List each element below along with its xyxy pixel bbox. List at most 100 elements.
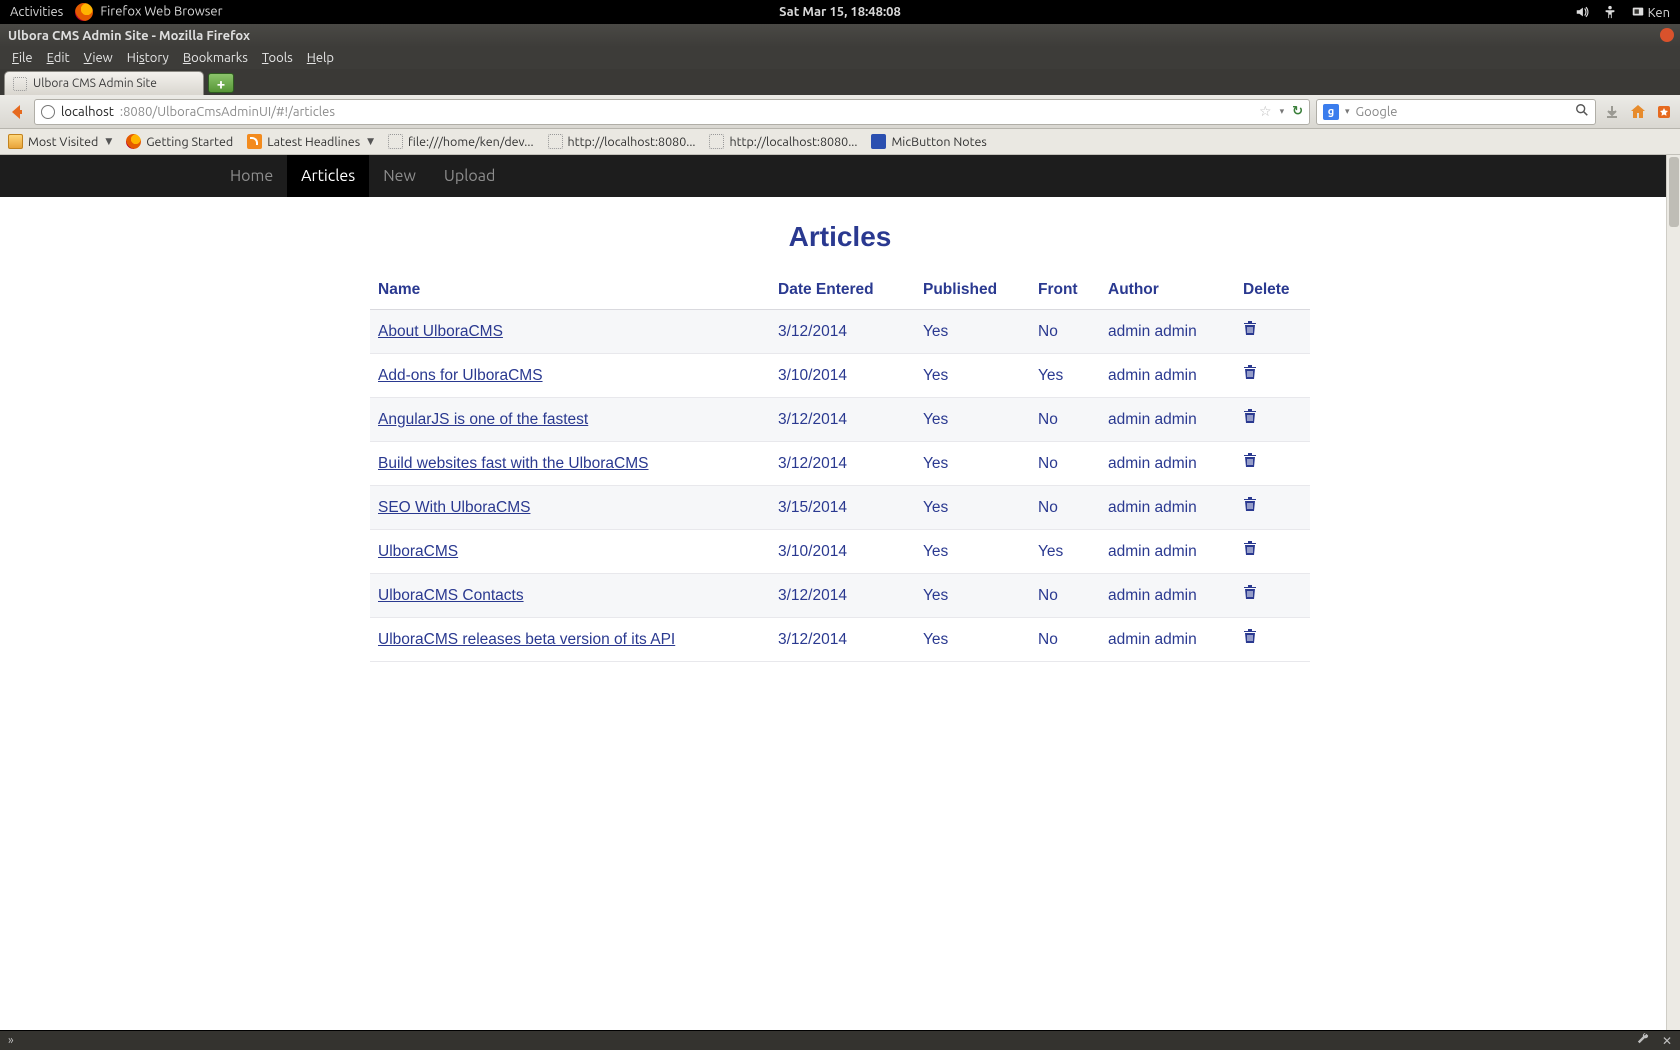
menu-help[interactable]: Help <box>301 49 340 67</box>
menu-file[interactable]: File <box>6 49 39 67</box>
cell-front: No <box>1030 398 1100 442</box>
tab-strip: Ulbora CMS Admin Site + <box>0 69 1680 95</box>
search-placeholder: Google <box>1356 105 1398 119</box>
downloads-button[interactable] <box>1602 102 1622 122</box>
cell-author: admin admin <box>1100 574 1235 618</box>
site-identity-icon[interactable] <box>41 105 55 119</box>
col-author[interactable]: Author <box>1100 271 1235 310</box>
cell-author: admin admin <box>1100 486 1235 530</box>
cell-name: SEO With UlboraCMS <box>370 486 770 530</box>
scrollbar-thumb[interactable] <box>1669 157 1679 227</box>
cell-author: admin admin <box>1100 618 1235 662</box>
col-name[interactable]: Name <box>370 271 770 310</box>
menu-bookmarks[interactable]: Bookmarks <box>177 49 254 67</box>
table-row: UlboraCMS3/10/2014YesYesadmin admin <box>370 530 1310 574</box>
table-row: UlboraCMS releases beta version of its A… <box>370 618 1310 662</box>
addon-bar-close-icon[interactable]: ✕ <box>1662 1035 1672 1048</box>
folder-icon <box>8 134 23 149</box>
bookmark-item[interactable]: Latest Headlines▼ <box>247 134 374 149</box>
nav-new[interactable]: New <box>369 155 430 197</box>
search-bar[interactable]: g ▾ Google <box>1316 99 1596 125</box>
bookmark-item[interactable]: MicButton Notes <box>871 134 986 149</box>
cell-date: 3/10/2014 <box>770 354 915 398</box>
nav-home[interactable]: Home <box>216 155 287 197</box>
col-front[interactable]: Front <box>1030 271 1100 310</box>
cell-name: UlboraCMS releases beta version of its A… <box>370 618 770 662</box>
bookmark-item[interactable]: file:///home/ken/dev... <box>388 134 533 149</box>
back-button[interactable] <box>6 101 28 123</box>
cell-published: Yes <box>915 486 1030 530</box>
window-close-button[interactable] <box>1660 28 1674 42</box>
article-link[interactable]: Add-ons for UlboraCMS <box>378 367 543 384</box>
tab-title: Ulbora CMS Admin Site <box>33 77 157 90</box>
bookmark-star-icon[interactable]: ☆ <box>1259 103 1272 120</box>
article-link[interactable]: SEO With UlboraCMS <box>378 499 530 516</box>
url-bar[interactable]: localhost:8080/UlboraCmsAdminUI/#!/artic… <box>34 99 1310 125</box>
bookmark-item[interactable]: Most Visited▼ <box>8 134 112 149</box>
trash-icon[interactable] <box>1243 496 1259 514</box>
nav-toolbar: localhost:8080/UlboraCmsAdminUI/#!/artic… <box>0 95 1680 129</box>
firefox-menubar: File Edit View History Bookmarks Tools H… <box>0 47 1680 69</box>
user-menu[interactable]: Ken <box>1631 5 1670 20</box>
nav-articles[interactable]: Articles <box>287 155 369 197</box>
accessibility-icon[interactable] <box>1603 5 1617 19</box>
menu-tools[interactable]: Tools <box>256 49 299 67</box>
menu-edit[interactable]: Edit <box>41 49 76 67</box>
article-link[interactable]: Build websites fast with the UlboraCMS <box>378 455 649 472</box>
cell-front: No <box>1030 618 1100 662</box>
article-link[interactable]: AngularJS is one of the fastest <box>378 411 588 428</box>
trash-icon[interactable] <box>1243 452 1259 470</box>
clock[interactable]: Sat Mar 15, 18:48:08 <box>779 5 901 19</box>
cell-published: Yes <box>915 530 1030 574</box>
trash-icon[interactable] <box>1243 408 1259 426</box>
trash-icon[interactable] <box>1243 584 1259 602</box>
page-viewport: HomeArticlesNewUpload Articles NameDate … <box>0 155 1680 1030</box>
bookmark-item[interactable]: Getting Started <box>126 134 233 149</box>
browser-tab[interactable]: Ulbora CMS Admin Site <box>4 71 204 95</box>
article-link[interactable]: UlboraCMS <box>378 543 458 560</box>
bookmarks-menu-button[interactable] <box>1654 102 1674 122</box>
trash-icon[interactable] <box>1243 364 1259 382</box>
search-engine-dropdown[interactable]: ▾ <box>1345 106 1350 117</box>
wrench-icon[interactable] <box>1637 1035 1652 1048</box>
reload-button[interactable]: ↻ <box>1292 104 1303 119</box>
article-link[interactable]: About UlboraCMS <box>378 323 503 340</box>
search-go-icon[interactable] <box>1575 103 1589 120</box>
cell-name: AngularJS is one of the fastest <box>370 398 770 442</box>
menu-history[interactable]: History <box>121 49 175 67</box>
cell-name: Add-ons for UlboraCMS <box>370 354 770 398</box>
cell-front: No <box>1030 442 1100 486</box>
bookmark-item[interactable]: http://localhost:8080... <box>709 134 857 149</box>
new-tab-button[interactable]: + <box>208 73 234 93</box>
google-engine-icon[interactable]: g <box>1323 104 1339 120</box>
cell-delete <box>1235 618 1310 662</box>
cell-published: Yes <box>915 354 1030 398</box>
user-label: Ken <box>1648 6 1670 20</box>
bookmark-item[interactable]: http://localhost:8080... <box>548 134 696 149</box>
trash-icon[interactable] <box>1243 540 1259 558</box>
ff-icon <box>126 134 141 149</box>
menu-view[interactable]: View <box>78 49 119 67</box>
col-delete[interactable]: Delete <box>1235 271 1310 310</box>
bookmark-label: Latest Headlines <box>267 135 360 149</box>
url-history-dropdown[interactable]: ▾ <box>1280 106 1285 117</box>
cell-delete <box>1235 574 1310 618</box>
home-button[interactable] <box>1628 102 1648 122</box>
col-published[interactable]: Published <box>915 271 1030 310</box>
addon-bar-expand-icon[interactable]: » <box>8 1034 14 1047</box>
nav-upload[interactable]: Upload <box>430 155 509 197</box>
bookmark-label: http://localhost:8080... <box>568 135 696 149</box>
article-link[interactable]: UlboraCMS Contacts <box>378 587 524 604</box>
trash-icon[interactable] <box>1243 628 1259 646</box>
cell-date: 3/12/2014 <box>770 398 915 442</box>
active-app[interactable]: Firefox Web Browser <box>75 3 222 21</box>
vertical-scrollbar[interactable] <box>1666 155 1680 1030</box>
cell-front: Yes <box>1030 530 1100 574</box>
article-link[interactable]: UlboraCMS releases beta version of its A… <box>378 631 675 648</box>
activities-button[interactable]: Activities <box>10 5 63 19</box>
col-date-entered[interactable]: Date Entered <box>770 271 915 310</box>
cell-published: Yes <box>915 310 1030 354</box>
trash-icon[interactable] <box>1243 320 1259 338</box>
chevron-down-icon: ▼ <box>105 136 112 147</box>
volume-icon[interactable] <box>1575 5 1589 19</box>
